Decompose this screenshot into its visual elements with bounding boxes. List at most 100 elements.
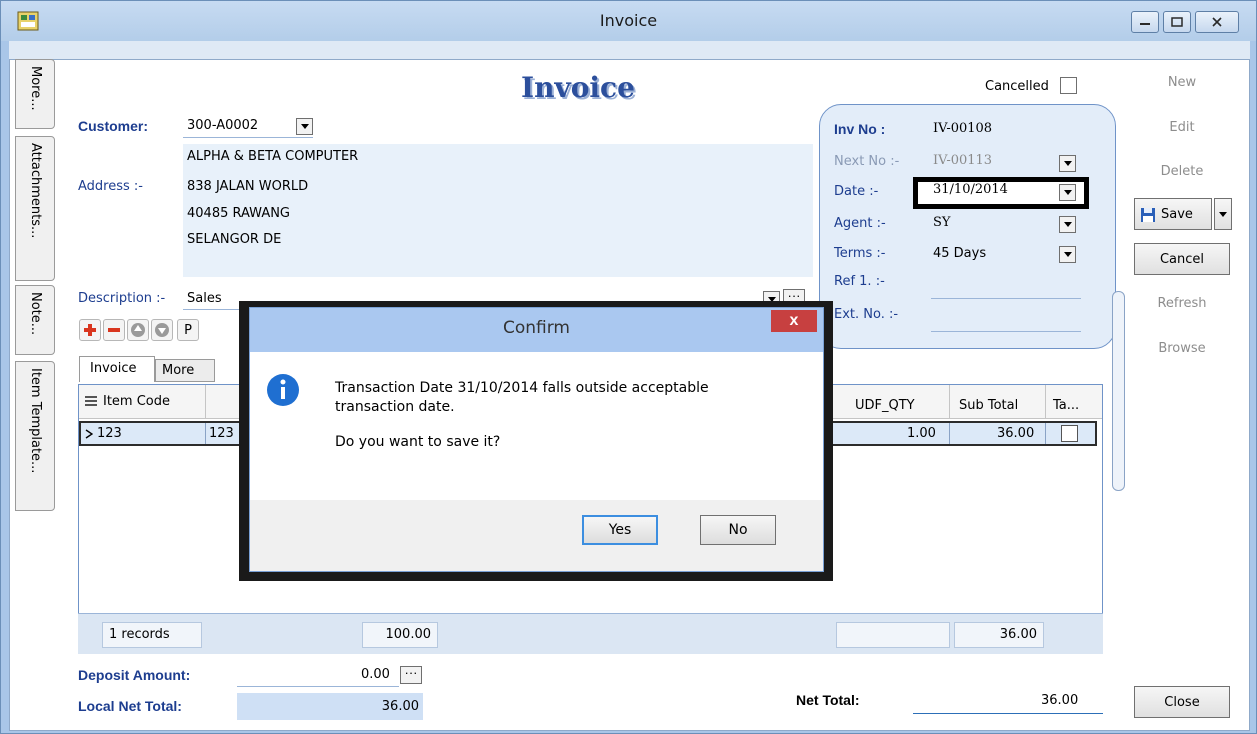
close-icon: [1212, 17, 1222, 27]
tab-more[interactable]: More: [155, 359, 215, 382]
local-net-total-label: Local Net Total:: [78, 698, 182, 714]
agent-label: Agent :-: [834, 216, 886, 231]
next-no-dropdown[interactable]: [1059, 155, 1076, 172]
close-icon: x: [789, 312, 799, 329]
move-up-button[interactable]: [127, 319, 149, 341]
save-options-button[interactable]: [1214, 198, 1232, 230]
invoice-window: Invoice More... Attachments... Note... I…: [0, 0, 1257, 734]
deposit-underline: [237, 686, 399, 687]
side-tab-note[interactable]: Note...: [15, 285, 55, 355]
footer-qty-total: 100.00: [362, 622, 438, 648]
customer-label: Customer:: [78, 118, 149, 134]
date-dropdown[interactable]: [1059, 184, 1076, 201]
maximize-button[interactable]: [1163, 11, 1191, 33]
refresh-button[interactable]: Refresh: [1134, 288, 1230, 320]
row-sub-total[interactable]: 36.00: [997, 426, 1034, 441]
confirm-dialog: Confirm x Transaction Date 31/10/2014 fa…: [249, 307, 824, 572]
local-net-total-value: 36.00: [237, 693, 423, 720]
inv-no-value[interactable]: IV-00108: [933, 121, 992, 136]
customer-code-underline: [183, 137, 313, 138]
title-bar: Invoice: [1, 1, 1256, 41]
col-tax[interactable]: Ta...: [1053, 398, 1079, 413]
col-sub-total[interactable]: Sub Total: [959, 398, 1018, 413]
description-label: Description :-: [78, 291, 166, 306]
deposit-label: Deposit Amount:: [78, 667, 191, 683]
dialog-message-line-1: Transaction Date 31/10/2014 falls outsid…: [335, 380, 709, 396]
toolbar-p-button[interactable]: P: [177, 319, 199, 341]
side-tab-attachments[interactable]: Attachments...: [15, 136, 55, 281]
deposit-value[interactable]: 0.00: [361, 667, 390, 682]
close-button[interactable]: Close: [1134, 686, 1230, 718]
cancelled-label: Cancelled: [985, 79, 1049, 94]
address-line-3[interactable]: SELANGOR DE: [187, 232, 281, 247]
description-input[interactable]: Sales: [187, 291, 222, 306]
col-divider: [1045, 385, 1046, 419]
footer-sub-total: 36.00: [954, 622, 1044, 648]
customer-code[interactable]: 300-A0002: [187, 118, 258, 133]
browse-button[interactable]: Browse: [1134, 333, 1230, 365]
col-divider: [949, 385, 950, 419]
cell-divider: [949, 423, 950, 444]
window-close-button[interactable]: [1195, 11, 1239, 33]
move-down-button[interactable]: [151, 319, 173, 341]
terms-input[interactable]: 45 Days: [933, 246, 986, 261]
delete-button[interactable]: Delete: [1134, 156, 1230, 188]
no-button[interactable]: No: [700, 515, 776, 545]
minimize-icon: [1140, 23, 1150, 25]
footer-empty-cell: [836, 622, 950, 648]
side-tab-more[interactable]: More...: [15, 59, 55, 129]
agent-input[interactable]: SY: [933, 215, 951, 230]
row-item-code[interactable]: 123: [97, 426, 122, 441]
col-udf-qty[interactable]: UDF_QTY: [855, 398, 915, 413]
cancel-button[interactable]: Cancel: [1134, 243, 1230, 275]
yes-button[interactable]: Yes: [582, 515, 658, 545]
dialog-title-bar: Confirm x: [250, 308, 823, 352]
address-line-1[interactable]: 838 JALAN WORLD: [187, 179, 308, 194]
dialog-question: Do you want to save it?: [335, 434, 501, 450]
col-divider: [205, 385, 206, 419]
terms-dropdown[interactable]: [1059, 246, 1076, 263]
ref1-input[interactable]: [931, 298, 1081, 299]
cancelled-checkbox[interactable]: [1060, 77, 1077, 94]
address-line-2[interactable]: 40485 RAWANG: [187, 206, 290, 221]
deposit-ellipsis-button[interactable]: ···: [400, 666, 422, 684]
window-title: Invoice: [599, 11, 658, 30]
form-heading: Invoice: [521, 71, 635, 104]
customer-name[interactable]: ALPHA & BETA COMPUTER: [187, 149, 358, 164]
maximize-icon: [1171, 17, 1183, 27]
date-label: Date :-: [834, 184, 879, 199]
minus-icon: [108, 328, 120, 332]
chevron-down-icon: [1219, 212, 1227, 217]
col-item-code[interactable]: Item Code: [103, 394, 170, 409]
splitter-scrollbar[interactable]: [1112, 291, 1125, 491]
remove-row-button[interactable]: [103, 319, 125, 341]
ext-no-label: Ext. No. :-: [834, 307, 899, 322]
side-tab-item-template[interactable]: Item Template...: [15, 361, 55, 511]
customer-dropdown-button[interactable]: [296, 118, 313, 135]
row-udf-qty[interactable]: 1.00: [907, 426, 936, 441]
dialog-title: Confirm: [502, 318, 570, 338]
column-chooser-icon[interactable]: [85, 395, 97, 407]
save-button[interactable]: Save: [1134, 198, 1212, 230]
ext-no-input[interactable]: [931, 331, 1081, 332]
new-button[interactable]: New: [1134, 67, 1230, 99]
tab-invoice[interactable]: Invoice: [79, 356, 155, 382]
next-no-label: Next No :-: [834, 154, 900, 169]
address-label: Address :-: [78, 179, 143, 194]
inv-no-label: Inv No :: [834, 121, 886, 137]
next-no-value: IV-00113: [933, 153, 993, 168]
minimize-button[interactable]: [1131, 11, 1159, 33]
row-tax-checkbox[interactable]: [1061, 425, 1078, 442]
add-row-button[interactable]: [79, 319, 101, 341]
row-description[interactable]: 123: [209, 426, 234, 441]
edit-button[interactable]: Edit: [1134, 112, 1230, 144]
arrow-down-icon: [155, 323, 169, 337]
terms-label: Terms :-: [834, 246, 886, 261]
agent-dropdown[interactable]: [1059, 216, 1076, 233]
floppy-disk-icon: [1141, 208, 1155, 222]
net-total-underline: [913, 713, 1103, 714]
dialog-close-button[interactable]: x: [771, 310, 817, 332]
info-icon: [267, 374, 299, 406]
date-input[interactable]: 31/10/2014: [933, 182, 1008, 197]
records-count: 1 records: [102, 622, 202, 648]
